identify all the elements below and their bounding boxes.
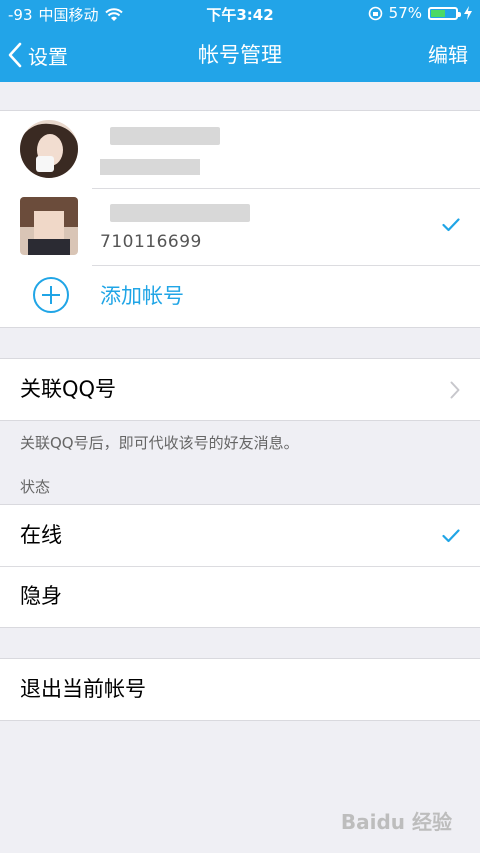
checkmark-icon (442, 218, 460, 232)
link-qq-hint: 关联QQ号后，即可代收该号的好友消息。 (20, 434, 299, 452)
accounts-section: 710116699 添加帐号 (0, 110, 480, 328)
plus-circle-icon (33, 277, 69, 313)
battery-percent: 57% (388, 4, 422, 22)
edit-button[interactable]: 编辑 (428, 28, 468, 82)
avatar (20, 197, 78, 255)
logout-section: 退出当前帐号 (0, 658, 480, 721)
add-account-label: 添加帐号 (100, 284, 184, 308)
status-right: 57% (368, 4, 472, 22)
account-row[interactable]: 710116699 (0, 188, 480, 265)
chevron-left-icon (8, 42, 22, 68)
account-id-redacted (100, 159, 200, 175)
account-qq-number: 710116699 (100, 232, 202, 252)
battery-icon (428, 6, 461, 20)
page-title: 帐号管理 (198, 43, 282, 67)
status-options-section: 在线 隐身 (0, 504, 480, 628)
status-bar: -93 中国移动 下午3:42 57% (0, 0, 480, 28)
back-button[interactable]: 设置 (8, 28, 68, 82)
link-qq-row[interactable]: 关联QQ号 (0, 359, 480, 420)
rotation-lock-icon (368, 6, 382, 20)
status-option-online[interactable]: 在线 (0, 505, 480, 566)
charging-icon (464, 6, 472, 20)
account-name (100, 198, 250, 224)
checkmark-icon (442, 529, 460, 543)
add-account-row[interactable]: 添加帐号 (0, 265, 480, 327)
back-label: 设置 (28, 44, 68, 69)
battery-fill (431, 9, 445, 17)
chevron-right-icon (450, 381, 460, 399)
link-qq-section: 关联QQ号 (0, 358, 480, 421)
watermark-logo: Baidu 经验 (340, 810, 452, 834)
account-name (100, 121, 230, 147)
link-qq-label: 关联QQ号 (20, 377, 117, 401)
logout-label: 退出当前帐号 (20, 677, 146, 701)
status-option-label: 隐身 (20, 584, 62, 608)
status-section-header: 状态 (20, 478, 51, 496)
avatar (20, 120, 78, 178)
status-option-invisible[interactable]: 隐身 (0, 566, 480, 627)
status-option-label: 在线 (20, 523, 62, 547)
nav-bar: 设置 帐号管理 编辑 (0, 28, 480, 82)
logout-button[interactable]: 退出当前帐号 (0, 659, 480, 720)
account-row[interactable] (0, 111, 480, 188)
